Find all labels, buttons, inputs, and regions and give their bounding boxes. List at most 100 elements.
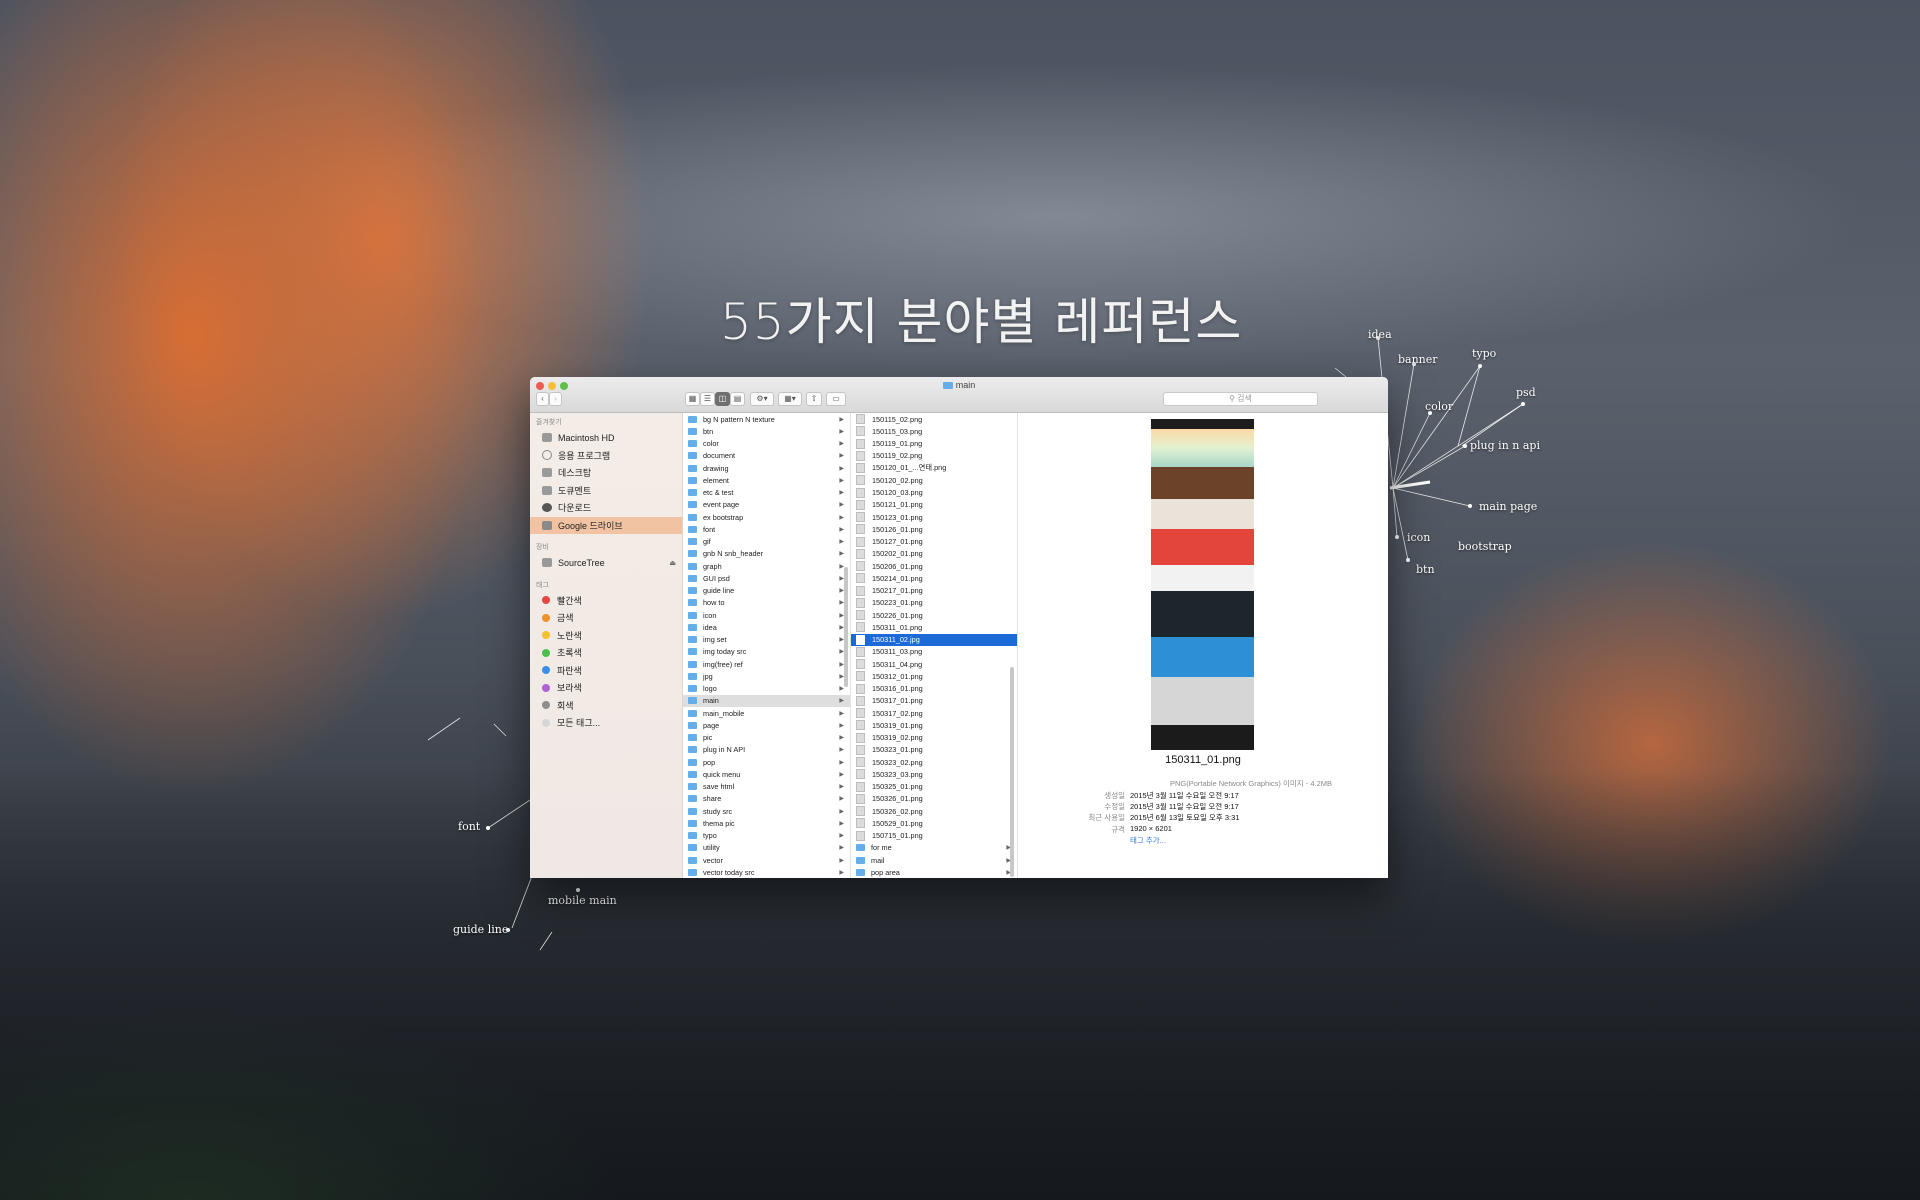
folder-row[interactable]: element ▶ bbox=[683, 474, 850, 486]
folder-row[interactable]: vector ▶ bbox=[683, 854, 850, 866]
cover-flow-button[interactable]: ▤ bbox=[730, 392, 745, 406]
folder-row[interactable]: share ▶ bbox=[683, 793, 850, 805]
sidebar-item-desktop[interactable]: 데스크탑 bbox=[530, 464, 682, 482]
file-row[interactable]: 150323_01.png bbox=[851, 744, 1017, 756]
sidebar-item-downloads[interactable]: 다운로드 bbox=[530, 499, 682, 517]
file-row[interactable]: 150217_01.png bbox=[851, 585, 1017, 597]
folder-row[interactable]: GUI psd ▶ bbox=[683, 572, 850, 584]
file-row[interactable]: 150123_01.png bbox=[851, 511, 1017, 523]
action-gear-button[interactable]: ⚙▾ bbox=[750, 392, 774, 406]
back-button[interactable]: ‹ bbox=[536, 392, 549, 406]
folder-row[interactable]: study src ▶ bbox=[683, 805, 850, 817]
file-row[interactable]: 150529_01.png bbox=[851, 817, 1017, 829]
folder-row[interactable]: pop ▶ bbox=[683, 756, 850, 768]
file-row[interactable]: 150115_02.png bbox=[851, 413, 1017, 425]
folder-row[interactable]: jpg ▶ bbox=[683, 670, 850, 682]
file-row[interactable]: 150202_01.png bbox=[851, 548, 1017, 560]
search-input[interactable]: ⚲ 검색 bbox=[1163, 392, 1318, 406]
folder-row[interactable]: gif ▶ bbox=[683, 536, 850, 548]
file-row[interactable]: 150316_01.png bbox=[851, 683, 1017, 695]
sidebar-tag-purple[interactable]: 보라색 bbox=[530, 679, 682, 697]
icon-view-button[interactable]: ▦ bbox=[685, 392, 700, 406]
folder-row[interactable]: main_mobile ▶ bbox=[683, 707, 850, 719]
sidebar-tag-yellow[interactable]: 노란색 bbox=[530, 627, 682, 645]
folder-row[interactable]: quick menu ▶ bbox=[683, 768, 850, 780]
folder-row[interactable]: etc & test ▶ bbox=[683, 487, 850, 499]
file-row[interactable]: 150223_01.png bbox=[851, 597, 1017, 609]
sidebar-tag-gray[interactable]: 회색 bbox=[530, 697, 682, 715]
sidebar-item-google-drive[interactable]: Google 드라이브 bbox=[530, 516, 682, 534]
file-row[interactable]: 150214_01.png bbox=[851, 572, 1017, 584]
sidebar-tag-blue[interactable]: 파란색 bbox=[530, 662, 682, 680]
list-view-button[interactable]: ☰ bbox=[700, 392, 715, 406]
folder-row[interactable]: gnb N snb_header ▶ bbox=[683, 548, 850, 560]
folder-row[interactable]: graph ▶ bbox=[683, 560, 850, 572]
column-1-scrollbar[interactable] bbox=[844, 567, 848, 687]
sidebar-tag-all[interactable]: 모든 태그... bbox=[530, 714, 682, 732]
file-row[interactable]: 150312_01.png bbox=[851, 670, 1017, 682]
column-2-scrollbar[interactable] bbox=[1010, 667, 1014, 877]
folder-row[interactable]: logo ▶ bbox=[683, 683, 850, 695]
folder-row[interactable]: utility ▶ bbox=[683, 842, 850, 854]
folder-row[interactable]: typo ▶ bbox=[683, 830, 850, 842]
file-row[interactable]: 150120_03.png bbox=[851, 487, 1017, 499]
eject-icon[interactable]: ⏏ bbox=[669, 559, 676, 567]
file-row[interactable]: 150323_03.png bbox=[851, 768, 1017, 780]
folder-row[interactable]: btn ▶ bbox=[683, 425, 850, 437]
sidebar-item-macintosh-hd[interactable]: Macintosh HD bbox=[530, 429, 682, 447]
folder-row[interactable]: thema pic ▶ bbox=[683, 817, 850, 829]
file-row[interactable]: 150319_02.png bbox=[851, 732, 1017, 744]
folder-row[interactable]: plug in N API ▶ bbox=[683, 744, 850, 756]
file-row[interactable]: 150323_02.png bbox=[851, 756, 1017, 768]
folder-row[interactable]: drawing ▶ bbox=[683, 462, 850, 474]
file-row[interactable]: 150311_01.png bbox=[851, 621, 1017, 633]
file-row[interactable]: 150127_01.png bbox=[851, 536, 1017, 548]
share-button[interactable]: ⇧ bbox=[806, 392, 822, 406]
forward-button[interactable]: › bbox=[549, 392, 562, 406]
sidebar-item-applications[interactable]: 응용 프로그램 bbox=[530, 447, 682, 465]
folder-row[interactable]: idea ▶ bbox=[683, 621, 850, 633]
folder-row[interactable]: pic ▶ bbox=[683, 732, 850, 744]
file-row[interactable]: 150319_01.png bbox=[851, 719, 1017, 731]
column-view-button[interactable]: ◫ bbox=[715, 392, 730, 406]
sidebar-item-sourcetree[interactable]: SourceTree ⏏ bbox=[530, 554, 682, 572]
sidebar-tag-green[interactable]: 초록색 bbox=[530, 644, 682, 662]
file-row[interactable]: 150226_01.png bbox=[851, 609, 1017, 621]
file-row[interactable]: 150311_02.jpg bbox=[851, 633, 1017, 646]
file-row[interactable]: 150120_02.png bbox=[851, 474, 1017, 486]
file-row[interactable]: 150317_01.png bbox=[851, 695, 1017, 707]
folder-row[interactable]: ex bootstrap ▶ bbox=[683, 511, 850, 523]
folder-row[interactable]: img today src ▶ bbox=[683, 646, 850, 658]
folder-row[interactable]: bg N pattern N texture ▶ bbox=[683, 413, 850, 425]
folder-row[interactable]: main ▶ bbox=[683, 694, 850, 707]
title-bar[interactable]: main ‹ › ▦ ☰ ◫ ▤ ⚙▾ ▦▾ ⇧ ▭ ⚲ 검색 bbox=[530, 377, 1388, 413]
file-row[interactable]: 150311_03.png bbox=[851, 646, 1017, 658]
arrange-button[interactable]: ▦▾ bbox=[778, 392, 802, 406]
folder-row[interactable]: color ▶ bbox=[683, 438, 850, 450]
folder-row[interactable]: guide line ▶ bbox=[683, 585, 850, 597]
add-tag-link[interactable]: 태그 추가... bbox=[1130, 835, 1166, 846]
folder-row[interactable]: pop area ▶ bbox=[851, 866, 1017, 878]
folder-row[interactable]: event page ▶ bbox=[683, 499, 850, 511]
file-row[interactable]: 150325_01.png bbox=[851, 781, 1017, 793]
file-row[interactable]: 150126_01.png bbox=[851, 523, 1017, 535]
folder-row[interactable]: img set ▶ bbox=[683, 634, 850, 646]
sidebar-item-documents[interactable]: 도큐멘트 bbox=[530, 482, 682, 500]
folder-row[interactable]: font ▶ bbox=[683, 523, 850, 535]
preview-thumbnail[interactable] bbox=[1151, 419, 1254, 750]
folder-row[interactable]: document ▶ bbox=[683, 450, 850, 462]
folder-row[interactable]: for me ▶ bbox=[851, 842, 1017, 854]
file-row[interactable]: 150715_01.png bbox=[851, 830, 1017, 842]
folder-row[interactable]: page ▶ bbox=[683, 719, 850, 731]
file-row[interactable]: 150326_01.png bbox=[851, 793, 1017, 805]
file-row[interactable]: 150326_02.png bbox=[851, 805, 1017, 817]
folder-row[interactable]: mail ▶ bbox=[851, 854, 1017, 866]
folder-row[interactable]: vector today src ▶ bbox=[683, 866, 850, 878]
file-row[interactable]: 150119_01.png bbox=[851, 438, 1017, 450]
folder-row[interactable]: img(free) ref ▶ bbox=[683, 658, 850, 670]
file-row[interactable]: 150119_02.png bbox=[851, 450, 1017, 462]
file-row[interactable]: 150115_03.png bbox=[851, 425, 1017, 437]
sidebar-tag-red[interactable]: 빨간색 bbox=[530, 592, 682, 610]
file-row[interactable]: 150317_02.png bbox=[851, 707, 1017, 719]
file-row[interactable]: 150311_04.png bbox=[851, 658, 1017, 670]
